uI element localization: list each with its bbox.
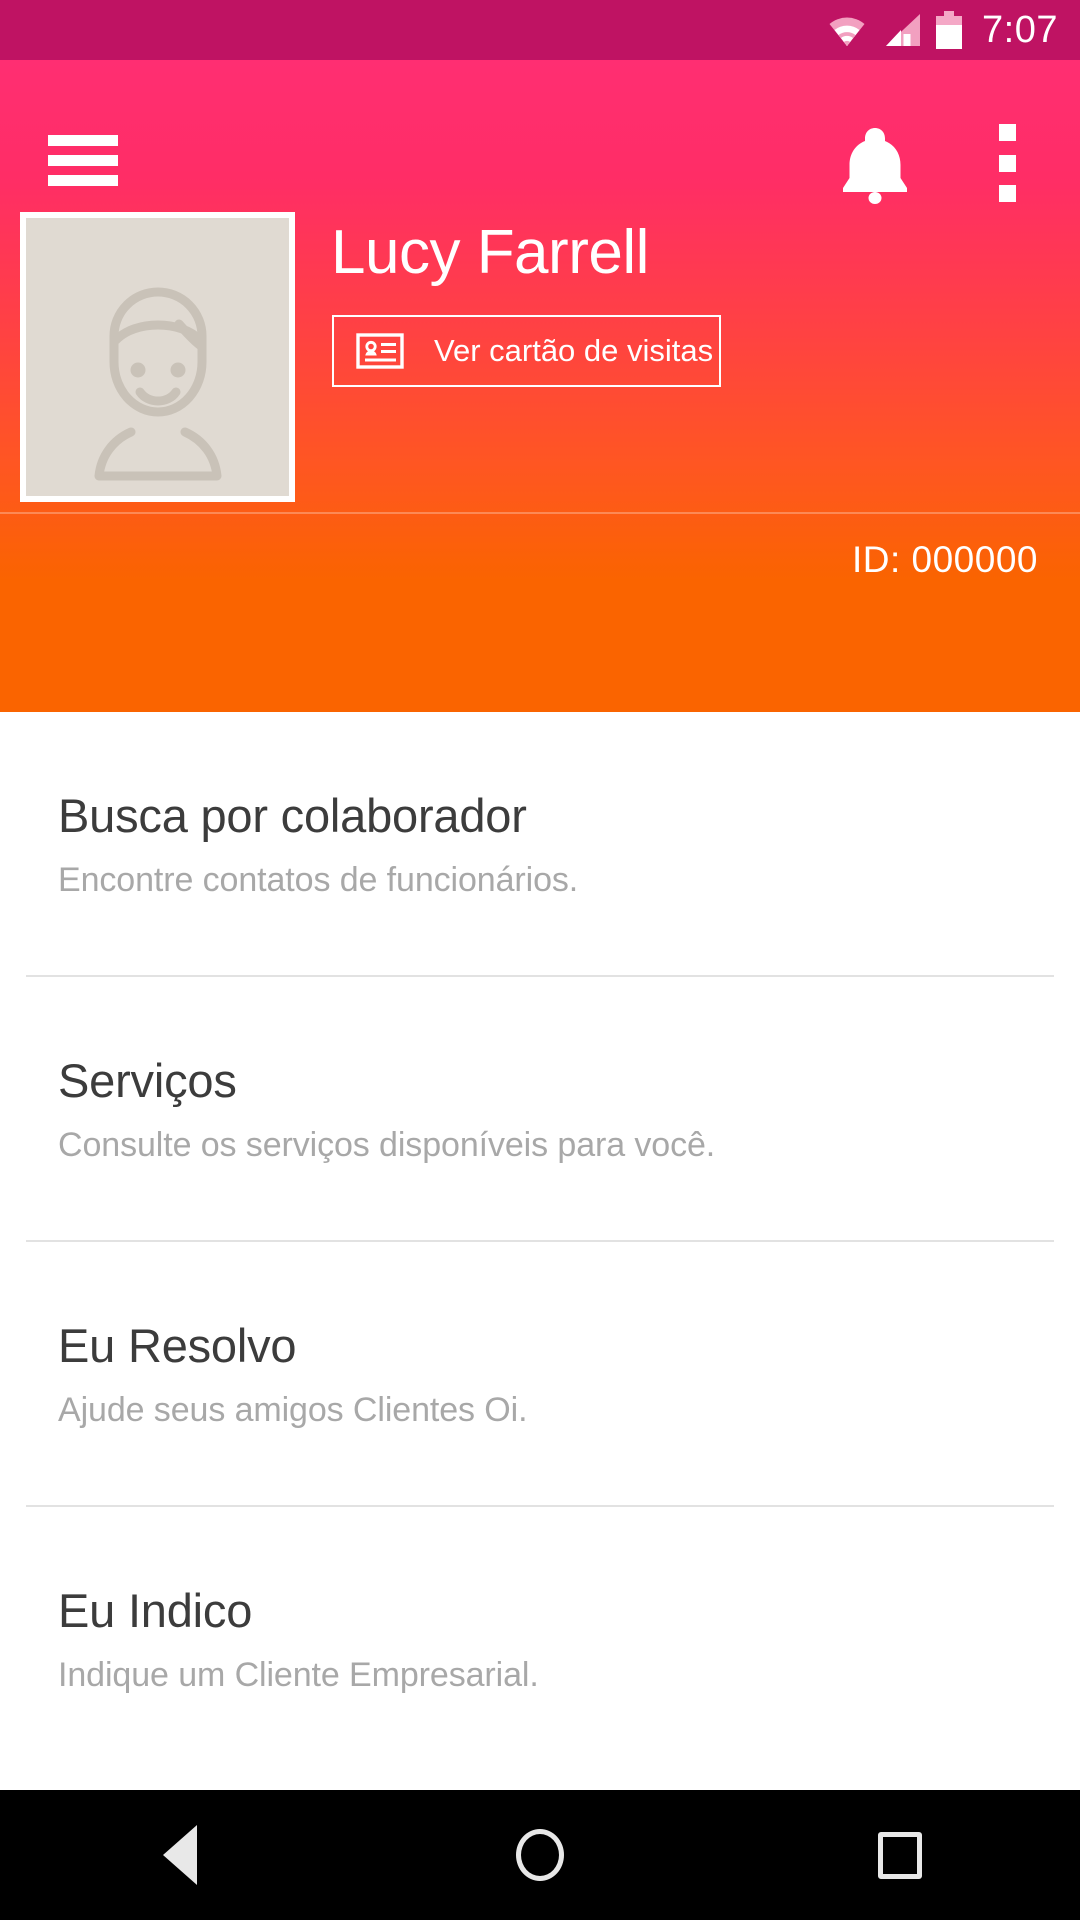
list-item-subtitle: Ajude seus amigos Clientes Oi. xyxy=(58,1390,528,1429)
recents-button[interactable] xyxy=(720,1790,1080,1920)
avatar[interactable] xyxy=(20,212,295,502)
overflow-menu-icon[interactable] xyxy=(985,122,1029,204)
status-bar-icons: 7:07 xyxy=(826,0,1058,60)
view-business-card-button[interactable]: Ver cartão de visitas xyxy=(332,315,721,387)
user-name: Lucy Farrell xyxy=(331,218,649,287)
android-navigation-bar xyxy=(0,1790,1080,1920)
list-item[interactable]: Eu Indico Indique um Cliente Empresarial… xyxy=(0,1507,1080,1770)
recents-icon xyxy=(878,1831,922,1879)
list-item[interactable]: Busca por colaborador Encontre contatos … xyxy=(0,712,1080,975)
back-button[interactable] xyxy=(0,1790,360,1920)
header-divider xyxy=(0,512,1080,514)
phone-screen: 7:07 Lucy Farrell Ver cartão de visitas … xyxy=(0,0,1080,1920)
wifi-icon xyxy=(826,13,868,47)
contact-card-icon xyxy=(356,333,404,369)
user-id: ID: 000000 xyxy=(851,539,1038,580)
home-icon xyxy=(516,1829,564,1881)
hamburger-menu-icon[interactable] xyxy=(48,135,120,186)
list-item[interactable]: Serviços Consulte os serviços disponívei… xyxy=(0,977,1080,1240)
list-item-title: Eu Resolvo xyxy=(58,1319,297,1373)
menu-list: Busca por colaborador Encontre contatos … xyxy=(0,712,1080,1790)
app-bar xyxy=(0,60,1080,205)
home-button[interactable] xyxy=(360,1790,720,1920)
status-bar: 7:07 xyxy=(0,0,1080,60)
battery-icon xyxy=(936,11,963,49)
bell-icon[interactable] xyxy=(835,120,915,205)
list-item-title: Eu Indico xyxy=(58,1584,253,1638)
list-item-title: Busca por colaborador xyxy=(58,789,527,842)
status-bar-clock: 7:07 xyxy=(982,9,1058,51)
list-item-subtitle: Encontre contatos de funcionários. xyxy=(58,860,579,899)
signal-icon xyxy=(882,13,922,47)
view-business-card-label: Ver cartão de visitas xyxy=(434,333,714,368)
back-icon xyxy=(163,1825,197,1885)
list-item-subtitle: Indique um Cliente Empresarial. xyxy=(58,1655,539,1694)
list-item-title: Serviços xyxy=(58,1054,237,1108)
person-placeholder-icon xyxy=(26,218,289,496)
profile-header: Lucy Farrell Ver cartão de visitas ID: 0… xyxy=(0,60,1080,712)
list-item-subtitle: Consulte os serviços disponíveis para vo… xyxy=(58,1125,716,1164)
list-item[interactable]: Eu Resolvo Ajude seus amigos Clientes Oi… xyxy=(0,1242,1080,1505)
